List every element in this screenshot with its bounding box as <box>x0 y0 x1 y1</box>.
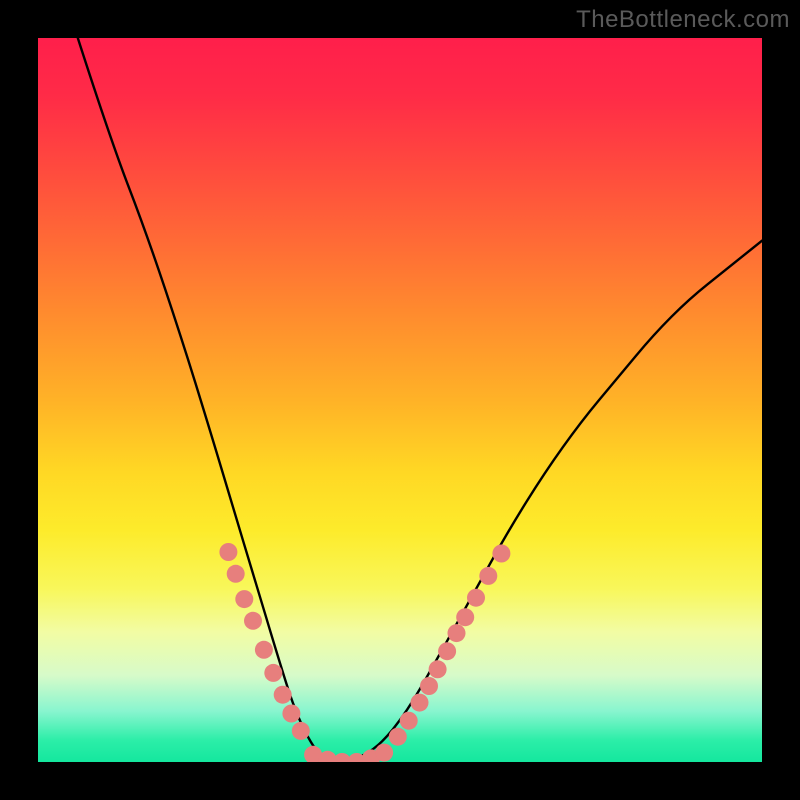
chart-frame: TheBottleneck.com <box>0 0 800 800</box>
marker-dot <box>492 545 510 563</box>
marker-dot <box>255 641 273 659</box>
marker-dot <box>264 664 282 682</box>
chart-svg <box>38 38 762 762</box>
marker-dot <box>292 722 310 740</box>
bottleneck-curve <box>78 38 762 762</box>
marker-dot <box>448 624 466 642</box>
marker-dot <box>456 608 474 626</box>
marker-dot <box>282 705 300 723</box>
marker-dot <box>411 694 429 712</box>
marker-dot <box>467 589 485 607</box>
marker-dot <box>235 590 253 608</box>
marker-dot <box>479 567 497 585</box>
marker-dot <box>274 686 292 704</box>
dot-overlay <box>219 543 510 762</box>
marker-dot <box>438 642 456 660</box>
marker-dot <box>429 660 447 678</box>
marker-dot <box>400 712 418 730</box>
marker-dot <box>389 728 407 746</box>
marker-dot <box>244 612 262 630</box>
marker-dot <box>227 565 245 583</box>
watermark-text: TheBottleneck.com <box>576 6 790 34</box>
marker-dot <box>420 677 438 695</box>
marker-dot <box>375 744 393 762</box>
marker-dot <box>219 543 237 561</box>
